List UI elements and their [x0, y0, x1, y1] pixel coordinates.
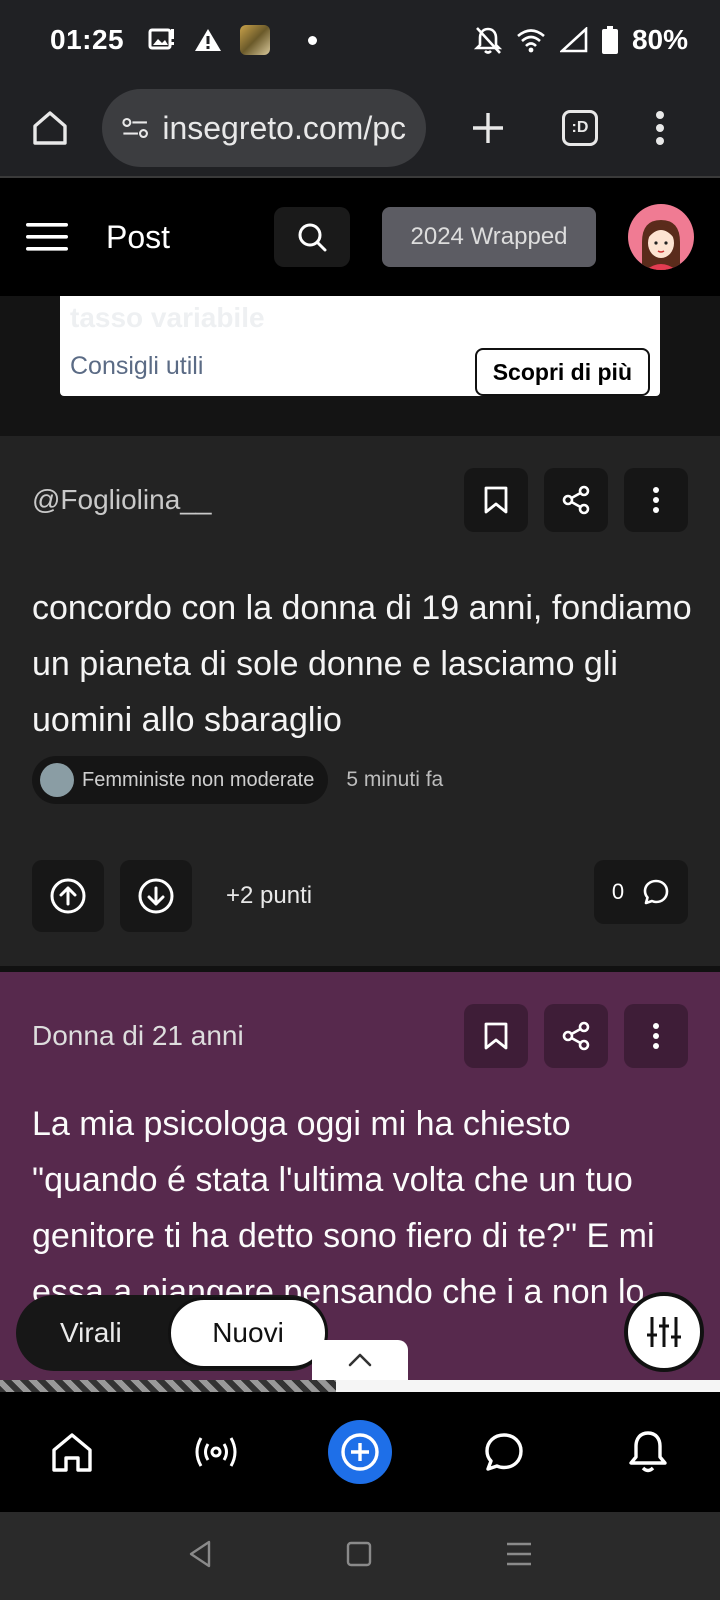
tab-count: :D	[562, 110, 598, 146]
more-vertical-icon	[656, 111, 664, 145]
home-icon	[33, 111, 67, 145]
post-actions	[464, 468, 688, 532]
bottom-navigation	[0, 1392, 720, 1512]
browser-toolbar: insegreto.com/pc :D	[0, 80, 720, 176]
post-author[interactable]: Donna di 21 anni	[32, 1020, 244, 1052]
post-actions	[464, 1004, 688, 1068]
post-body[interactable]: concordo con la donna di 19 anni, fondia…	[32, 580, 692, 748]
system-back-button[interactable]	[187, 1539, 213, 1574]
post-points: +2 punti	[226, 882, 313, 909]
page-title: Post	[106, 218, 171, 255]
ad-faded-text: tasso variabile	[70, 302, 265, 333]
plus-icon	[473, 113, 503, 143]
expand-ad-button[interactable]	[312, 1340, 408, 1380]
system-navigation	[0, 1512, 720, 1600]
more-vertical-icon	[653, 1023, 659, 1049]
url-text: insegreto.com/pc	[162, 109, 406, 146]
bookmark-icon	[484, 486, 508, 514]
arrow-up-circle-icon	[50, 878, 86, 914]
home-button[interactable]	[20, 98, 80, 158]
bookmark-icon	[484, 1022, 508, 1050]
plus-circle-icon	[341, 1433, 379, 1471]
tab-nuovi[interactable]: Nuovi	[168, 1297, 328, 1369]
battery-icon	[601, 26, 618, 54]
system-recents-button[interactable]	[505, 1541, 533, 1572]
nav-home[interactable]	[32, 1412, 112, 1492]
system-home-button[interactable]	[346, 1541, 372, 1572]
feed-tabs: Virali Nuovi	[16, 1295, 328, 1371]
share-button[interactable]	[544, 468, 608, 532]
comment-icon	[643, 879, 669, 905]
status-time: 01:25	[50, 24, 125, 55]
post-menu-button[interactable]	[624, 468, 688, 532]
bookmark-button[interactable]	[464, 1004, 528, 1068]
app-thumbnail-icon	[240, 25, 271, 55]
nav-notifications[interactable]	[608, 1412, 688, 1492]
sliders-icon	[647, 1317, 681, 1347]
post-time: 5 minuti fa	[346, 768, 444, 791]
vote-controls: +2 punti	[32, 860, 312, 932]
back-triangle-icon	[189, 1540, 210, 1567]
dot-icon	[308, 35, 318, 45]
wifi-icon	[517, 29, 545, 53]
comment-count: 0	[611, 879, 625, 904]
chat-bubble-icon	[485, 1433, 523, 1471]
new-tab-button[interactable]	[458, 98, 518, 158]
upvote-button[interactable]	[32, 860, 104, 932]
post-card: @Fogliolina__ concordo con la donna di 1…	[0, 436, 720, 966]
filter-button[interactable]	[624, 1292, 704, 1372]
ad-card[interactable]: tasso variabile Consigli utili Scopri di…	[60, 296, 660, 396]
ad-cta-button[interactable]: Scopri di più	[474, 348, 650, 396]
recents-lines-icon	[507, 1542, 532, 1565]
signal-icon	[559, 27, 588, 53]
warning-icon	[195, 29, 222, 51]
broadcast-icon	[195, 1437, 237, 1467]
downvote-button[interactable]	[120, 860, 192, 932]
comments-button[interactable]: 0	[594, 860, 688, 924]
post-author[interactable]: @Fogliolina__	[32, 484, 211, 516]
bell-icon	[629, 1431, 667, 1473]
tabs-button[interactable]: :D	[550, 98, 610, 158]
community-thumbnail	[40, 763, 74, 797]
more-vertical-icon	[653, 487, 659, 513]
avatar-girl-icon	[642, 220, 681, 270]
square-icon	[346, 1541, 372, 1566]
site-header: Post 2024 Wrapped	[0, 178, 720, 296]
share-button[interactable]	[544, 1004, 608, 1068]
battery-percent: 80%	[631, 24, 688, 55]
bookmark-button[interactable]	[464, 468, 528, 532]
arrow-down-circle-icon	[138, 878, 174, 914]
search-icon	[298, 223, 327, 252]
site-settings-icon	[122, 117, 148, 139]
address-bar[interactable]: insegreto.com/pc	[102, 89, 426, 167]
image-icon	[148, 28, 175, 50]
community-name: Femministe non moderate	[82, 768, 315, 791]
menu-button[interactable]	[26, 217, 70, 257]
ad-container: tasso variabile Consigli utili Scopri di…	[0, 296, 720, 436]
home-icon	[52, 1433, 92, 1472]
chevron-up-icon	[348, 1353, 372, 1367]
browser-menu-button[interactable]	[630, 98, 690, 158]
nav-live[interactable]	[176, 1412, 256, 1492]
wrapped-button[interactable]: 2024 Wrapped	[382, 207, 597, 267]
nav-messages[interactable]	[464, 1412, 544, 1492]
tab-virali[interactable]: Virali	[60, 1317, 122, 1349]
nav-create-post[interactable]	[320, 1412, 400, 1492]
status-bar: 01:25 80%	[0, 0, 720, 80]
hamburger-icon	[26, 223, 68, 251]
share-icon	[562, 1021, 590, 1051]
create-post-button[interactable]	[328, 1420, 392, 1484]
search-button[interactable]	[274, 207, 351, 267]
post-menu-button[interactable]	[624, 1004, 688, 1068]
ad-tip-text: Consigli utili	[70, 352, 204, 380]
mute-icon	[473, 27, 502, 54]
avatar[interactable]	[628, 204, 695, 270]
post-meta: Femministe non moderate 5 minuti fa	[32, 756, 443, 804]
share-icon	[562, 485, 590, 515]
community-tag[interactable]: Femministe non moderate	[32, 756, 329, 804]
